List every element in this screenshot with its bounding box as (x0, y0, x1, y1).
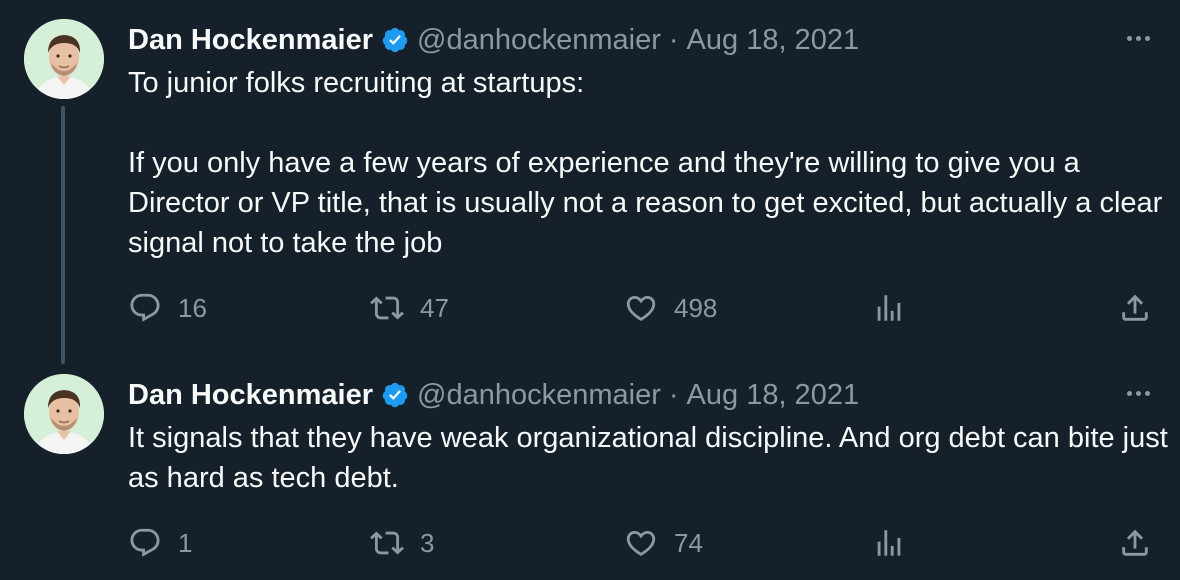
share-icon (1122, 529, 1148, 556)
tweet-date[interactable]: Aug 18, 2021 (687, 24, 860, 57)
tweet-text: It signals that they have weak organizat… (128, 418, 1168, 498)
tweet-actions: 1 3 74 (128, 523, 1158, 563)
tweet-header: Dan Hockenmaier @danhockenmaier · Aug 18… (128, 19, 859, 61)
tweet-thread: Dan Hockenmaier @danhockenmaier · Aug 18… (0, 0, 1180, 580)
retweet-icon (370, 296, 404, 320)
reply-icon (130, 528, 160, 557)
views-button[interactable] (872, 288, 906, 328)
views-button[interactable] (872, 523, 906, 563)
share-icon (1122, 294, 1148, 321)
separator-dot: · (668, 23, 679, 56)
author-name[interactable]: Dan Hockenmaier (128, 24, 373, 57)
like-count: 498 (674, 292, 718, 323)
retweet-icon (370, 531, 404, 555)
retweet-count: 3 (420, 527, 435, 558)
tweet[interactable]: Dan Hockenmaier @danhockenmaier · Aug 18… (0, 360, 1180, 580)
views-icon (877, 530, 901, 556)
like-count: 74 (674, 527, 703, 558)
heart-icon (626, 295, 656, 321)
tweet-header: Dan Hockenmaier @danhockenmaier · Aug 18… (128, 374, 859, 416)
views-icon (877, 295, 901, 321)
retweet-button[interactable]: 47 (370, 288, 449, 328)
author-handle[interactable]: @danhockenmaier (417, 379, 661, 412)
tweet-paragraph: To junior folks recruiting at startups: (128, 67, 585, 99)
more-horizontal-icon[interactable] (1127, 391, 1150, 396)
reply-button[interactable]: 16 (128, 288, 207, 328)
like-button[interactable]: 498 (624, 288, 717, 328)
reply-count: 1 (178, 527, 193, 558)
verified-badge-icon (381, 26, 409, 54)
tweet-date[interactable]: Aug 18, 2021 (687, 379, 860, 412)
tweet[interactable]: Dan Hockenmaier @danhockenmaier · Aug 18… (0, 0, 1180, 360)
reply-icon (130, 293, 160, 322)
verified-badge-icon (381, 381, 409, 409)
retweet-button[interactable]: 3 (370, 523, 434, 563)
tweet-paragraph: It signals that they have weak organizat… (128, 422, 1168, 494)
share-button[interactable] (1118, 288, 1152, 328)
tweet-paragraph: If you only have a few years of experien… (128, 147, 1163, 259)
tweet-text: To junior folks recruiting at startups: … (128, 63, 1168, 263)
separator-dot: · (668, 378, 679, 411)
reply-button[interactable]: 1 (128, 523, 192, 563)
like-button[interactable]: 74 (624, 523, 703, 563)
share-button[interactable] (1118, 523, 1152, 563)
reply-count: 16 (178, 292, 207, 323)
avatar[interactable] (24, 374, 104, 454)
avatar[interactable] (24, 19, 104, 99)
tweet-actions: 16 47 498 (128, 288, 1158, 328)
heart-icon (626, 530, 656, 556)
author-name[interactable]: Dan Hockenmaier (128, 379, 373, 412)
author-handle[interactable]: @danhockenmaier (417, 24, 661, 57)
retweet-count: 47 (420, 292, 449, 323)
more-horizontal-icon[interactable] (1127, 36, 1150, 41)
